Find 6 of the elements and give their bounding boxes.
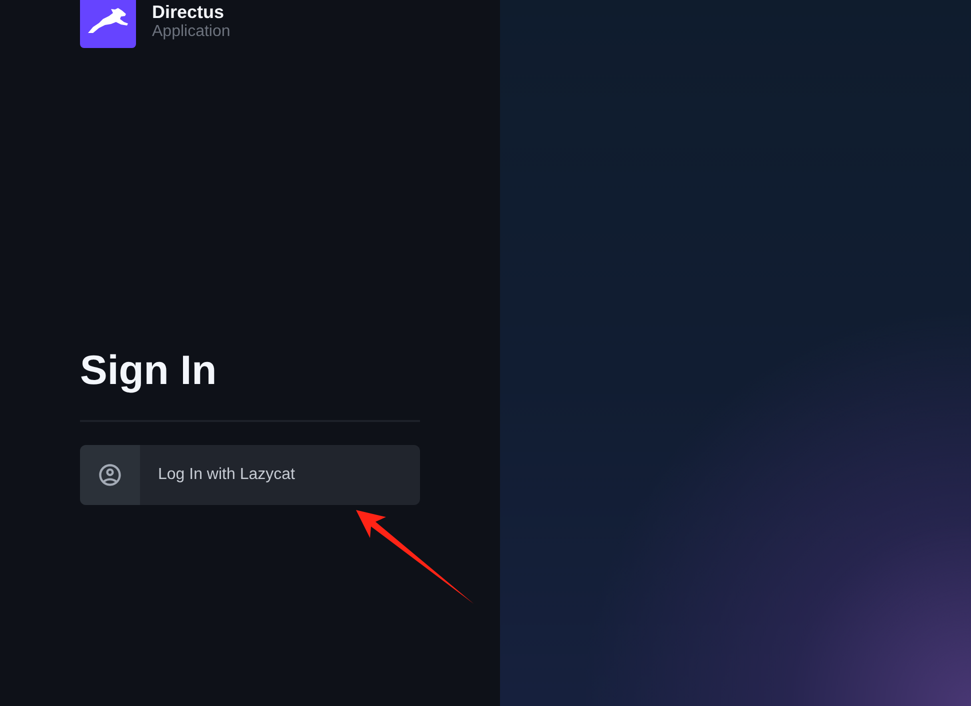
sign-in-heading: Sign In — [80, 346, 217, 394]
sso-login-button[interactable]: Log In with Lazycat — [80, 445, 420, 505]
app-name: Directus — [152, 2, 226, 22]
user-icon — [97, 462, 123, 488]
app-subtitle: Application — [152, 22, 230, 42]
rabbit-logo-icon — [80, 0, 136, 48]
